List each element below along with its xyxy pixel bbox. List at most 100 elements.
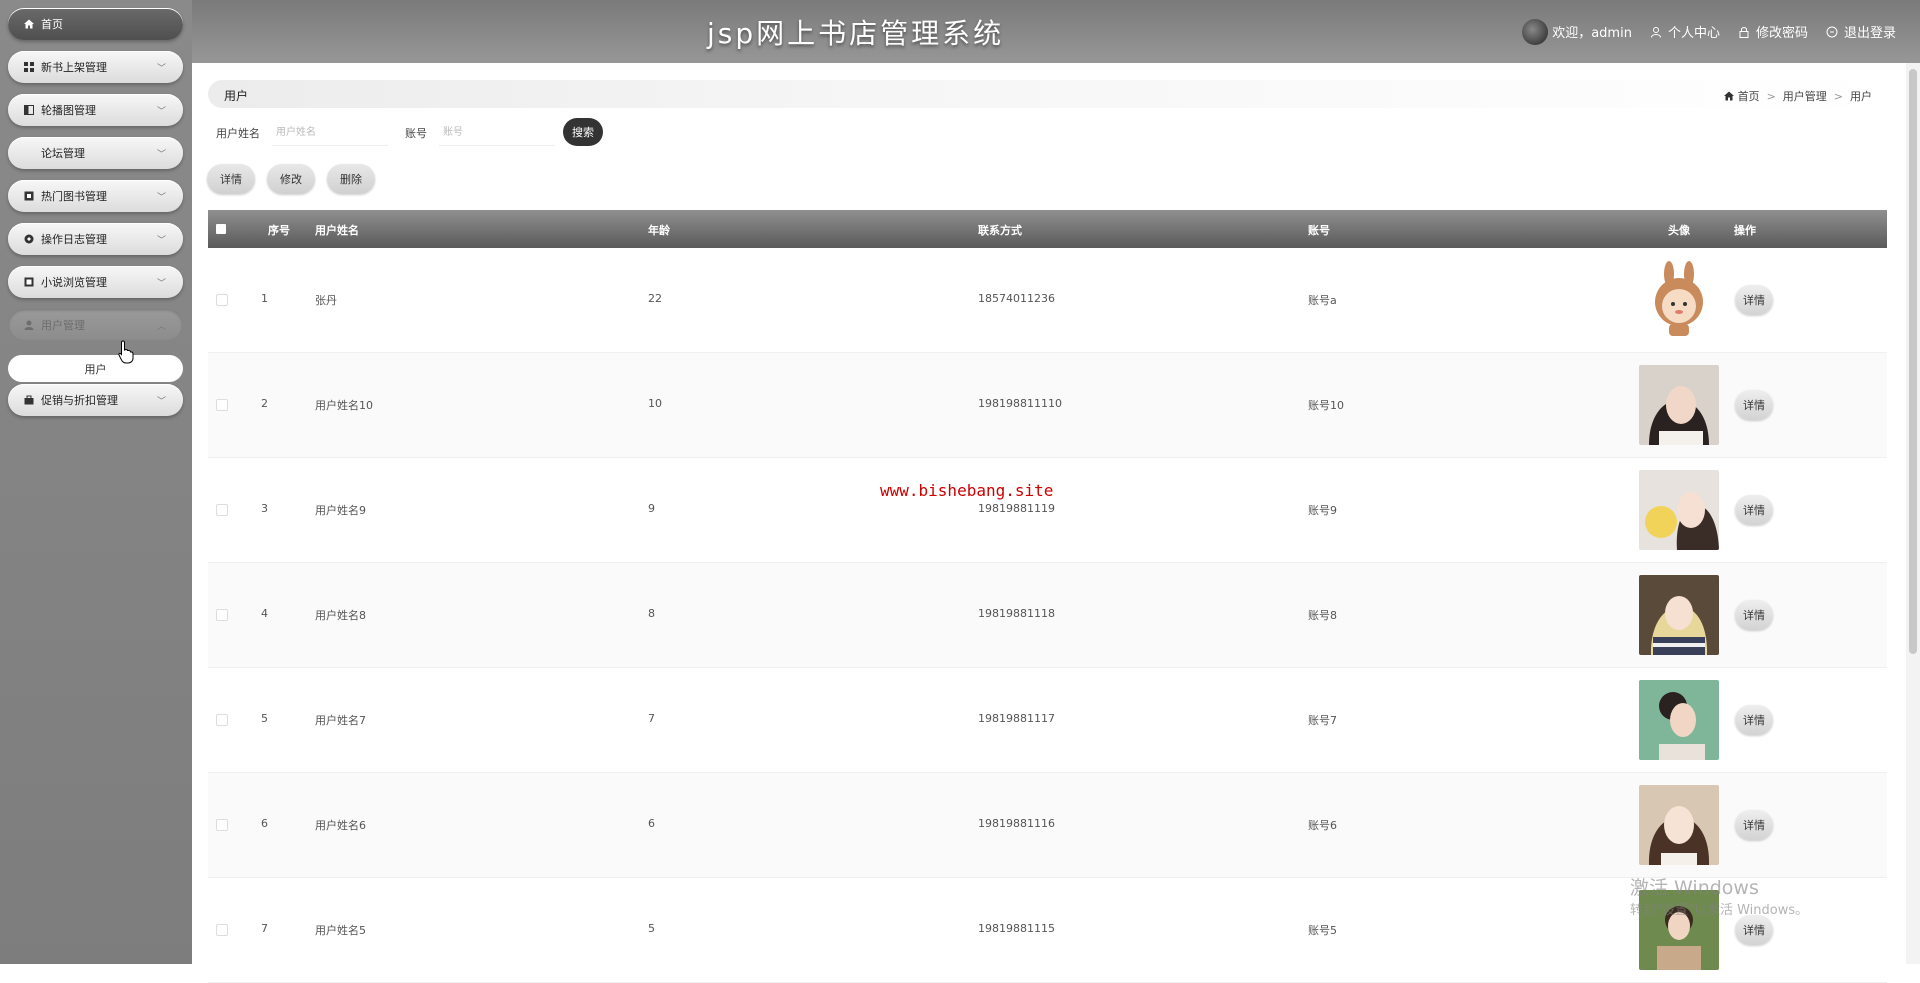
- table-header: 序号 用户姓名 年龄 联系方式 账号 头像 操作: [208, 210, 1887, 248]
- user-avatar: [1639, 470, 1719, 550]
- row-checkbox[interactable]: [216, 294, 228, 306]
- row-detail-button[interactable]: 详情: [1735, 390, 1773, 420]
- chevron-down-icon: ﹀: [157, 63, 167, 74]
- sidebar-item-hot-books[interactable]: 热门图书管理 ﹀: [8, 180, 183, 212]
- breadcrumb-separator-icon: >: [1766, 89, 1776, 103]
- cell-account: 账号9: [1308, 504, 1337, 517]
- cell-no: 4: [261, 607, 268, 620]
- user-icon: [1650, 26, 1661, 38]
- cell-phone: 18574011236: [978, 292, 1055, 305]
- name-search-input[interactable]: [272, 119, 388, 146]
- row-checkbox[interactable]: [216, 609, 228, 621]
- sidebar-item-new-books[interactable]: 新书上架管理 ﹀: [8, 51, 183, 83]
- row-checkbox[interactable]: [216, 714, 228, 726]
- row-detail-button[interactable]: 详情: [1735, 285, 1773, 315]
- sidebar-item-forum[interactable]: 论坛管理 ﹀: [8, 137, 183, 169]
- breadcrumb: 首页 > 用户管理 > 用户: [1723, 88, 1872, 104]
- cell-name: 用户姓名9: [315, 504, 366, 517]
- cell-account: 账号7: [1308, 714, 1337, 727]
- admin-avatar: [1522, 18, 1549, 45]
- chevron-down-icon: ﹀: [157, 149, 167, 160]
- sidebar-item-label: 首页: [41, 18, 63, 31]
- cell-no: 7: [261, 922, 268, 935]
- page-scrollbar[interactable]: [1906, 63, 1920, 964]
- profile-link[interactable]: 个人中心: [1650, 22, 1720, 41]
- row-detail-button[interactable]: 详情: [1735, 600, 1773, 630]
- row-checkbox[interactable]: [216, 924, 228, 936]
- sidebar-subitem-user[interactable]: 用户: [8, 355, 183, 382]
- home-icon: [24, 19, 34, 29]
- welcome-text: 欢迎，admin: [1552, 26, 1632, 41]
- chevron-down-icon: ﹀: [157, 278, 167, 289]
- user-avatar: [1639, 260, 1719, 340]
- chevron-down-icon: ﹀: [157, 235, 167, 246]
- row-checkbox[interactable]: [216, 504, 228, 516]
- cell-account: 账号a: [1308, 294, 1337, 307]
- cell-name: 用户姓名5: [315, 924, 366, 937]
- breadcrumb-current: 用户: [1850, 90, 1872, 103]
- cell-name: 用户姓名8: [315, 609, 366, 622]
- column-header-avatar: 头像: [1668, 224, 1690, 237]
- edit-button[interactable]: 修改: [267, 164, 315, 194]
- name-search-label: 用户姓名: [216, 127, 260, 140]
- row-checkbox[interactable]: [216, 399, 228, 411]
- column-header-account: 账号: [1308, 224, 1330, 237]
- sidebar-item-carousel[interactable]: 轮播图管理 ﹀: [8, 94, 183, 126]
- delete-button[interactable]: 删除: [327, 164, 375, 194]
- watermark-text: www.bishebang.site: [880, 481, 1054, 500]
- cell-age: 6: [648, 817, 655, 830]
- cell-age: 7: [648, 712, 655, 725]
- sidebar-item-home[interactable]: 首页: [8, 8, 183, 40]
- row-detail-button[interactable]: 详情: [1735, 495, 1773, 525]
- profile-link-label: 个人中心: [1667, 26, 1720, 41]
- sidebar-item-label: 轮播图管理: [41, 104, 96, 117]
- breadcrumb-home[interactable]: 首页: [1738, 88, 1760, 104]
- logout-link[interactable]: 退出登录: [1826, 22, 1896, 41]
- search-button[interactable]: 搜索: [563, 118, 603, 146]
- cell-no: 1: [261, 292, 268, 305]
- sidebar-item-user-management[interactable]: 用户管理 ︿: [8, 309, 183, 341]
- sidebar-subitem-label: 用户: [84, 362, 107, 376]
- system-title: jsp网上书店管理系统: [707, 17, 1005, 50]
- account-search-input[interactable]: [439, 119, 555, 146]
- breadcrumb-user-management[interactable]: 用户管理: [1783, 88, 1827, 104]
- windows-activation-title: 激活 Windows: [1630, 877, 1759, 899]
- logout-icon: [1826, 26, 1838, 37]
- cell-no: 2: [261, 397, 268, 410]
- table-row: 6 用户姓名6 6 19819881116 账号6 详情: [208, 773, 1887, 878]
- sidebar-item-novel-browse[interactable]: 小说浏览管理 ﹀: [8, 266, 183, 298]
- change-password-link[interactable]: 修改密码: [1738, 22, 1808, 41]
- log-icon: [24, 234, 34, 244]
- cell-phone: 19819881115: [978, 922, 1055, 935]
- cell-phone: 19819881116: [978, 817, 1055, 830]
- cell-age: 22: [648, 292, 662, 305]
- sidebar-item-label: 热门图书管理: [41, 190, 107, 203]
- cell-age: 5: [648, 922, 655, 935]
- cell-no: 5: [261, 712, 268, 725]
- column-header-age: 年龄: [648, 224, 670, 237]
- scrollbar-thumb[interactable]: [1909, 69, 1917, 654]
- cell-name: 张丹: [315, 294, 337, 307]
- sidebar-item-promotion[interactable]: 促销与折扣管理 ﹀: [8, 384, 183, 416]
- cell-age: 10: [648, 397, 662, 410]
- select-all-checkbox[interactable]: [216, 224, 226, 234]
- header-actions: 欢迎，admin 个人中心 修改密码 退出登录: [1522, 0, 1896, 63]
- row-detail-button[interactable]: 详情: [1735, 705, 1773, 735]
- cell-account: 账号8: [1308, 609, 1337, 622]
- logout-label: 退出登录: [1843, 26, 1896, 41]
- column-header-name: 用户姓名: [315, 224, 359, 237]
- sidebar-item-label: 操作日志管理: [41, 233, 107, 246]
- sidebar-item-label: 论坛管理: [41, 147, 85, 160]
- row-detail-button[interactable]: 详情: [1735, 810, 1773, 840]
- cell-no: 3: [261, 502, 268, 515]
- home-icon: [1723, 91, 1734, 101]
- grid-icon: [24, 62, 34, 72]
- row-checkbox[interactable]: [216, 819, 228, 831]
- sidebar: 首页 新书上架管理 ﹀ 轮播图管理 ﹀ 论坛管理 ﹀ 热门图书管理 ﹀ 操作日志…: [0, 0, 192, 964]
- cell-age: 8: [648, 607, 655, 620]
- row-detail-button[interactable]: 详情: [1735, 915, 1773, 945]
- detail-button[interactable]: 详情: [207, 164, 255, 194]
- table-row: 3 用户姓名9 9 19819881119 账号9 详情: [208, 458, 1887, 563]
- sidebar-item-operation-log[interactable]: 操作日志管理 ﹀: [8, 223, 183, 255]
- account-search-label: 账号: [405, 127, 427, 140]
